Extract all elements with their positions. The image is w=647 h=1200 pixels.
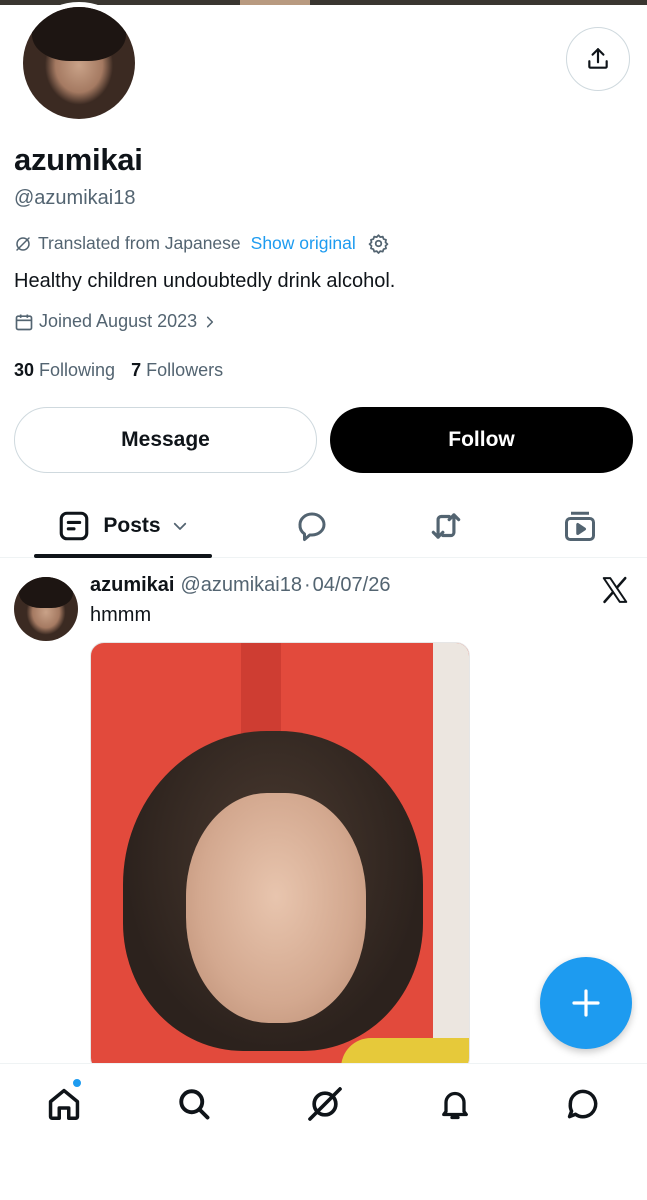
tab-reposts[interactable]	[416, 495, 476, 557]
nav-home[interactable]	[42, 1082, 86, 1126]
followers-link[interactable]: 7 Followers	[131, 360, 223, 381]
search-icon	[179, 1089, 210, 1120]
notifications-icon	[442, 1091, 468, 1120]
chevron-right-icon	[207, 316, 214, 327]
joined-date-row[interactable]: Joined August 2023	[14, 311, 217, 332]
nav-messages[interactable]	[561, 1082, 605, 1126]
post-image[interactable]	[90, 642, 470, 1064]
following-label: Following	[39, 360, 116, 380]
joined-label: Joined August 2023	[39, 311, 198, 331]
bottom-navigation	[0, 1063, 647, 1200]
post-header: azumikai @azumikai18 · 04/07/26	[90, 574, 390, 597]
translated-label: Translated from Japanese	[38, 233, 241, 253]
message-button[interactable]: Message	[14, 407, 317, 473]
tab-media[interactable]	[550, 495, 610, 557]
nav-notifications[interactable]	[433, 1082, 477, 1126]
x-logo-icon[interactable]	[600, 575, 630, 605]
active-tab-indicator	[34, 554, 212, 558]
post-text: hmmm	[90, 604, 152, 626]
media-icon	[565, 511, 595, 541]
share-button[interactable]	[566, 27, 630, 91]
tab-replies[interactable]	[282, 495, 342, 557]
following-link[interactable]: 30 Following	[14, 360, 115, 381]
nav-grok[interactable]	[303, 1082, 347, 1126]
compose-post-button[interactable]	[540, 957, 632, 1049]
share-icon	[588, 48, 608, 69]
tab-posts-label: Posts	[103, 514, 161, 537]
messages-icon	[567, 1089, 598, 1119]
user-handle: @azumikai18	[14, 187, 136, 209]
post-author-name[interactable]: azumikai	[90, 574, 174, 596]
translate-icon	[16, 236, 30, 251]
follow-stats: 30 Following 7 Followers	[14, 360, 239, 381]
posts-icon	[60, 511, 89, 541]
post-date[interactable]: 04/07/26	[313, 574, 391, 596]
plus-icon	[572, 989, 600, 1017]
following-count: 30	[14, 360, 35, 380]
translation-row: Translated from Japanese Show original	[14, 233, 389, 254]
nav-search[interactable]	[172, 1082, 216, 1126]
post-author-avatar[interactable]	[14, 577, 78, 641]
replies-icon	[298, 512, 326, 541]
home-icon	[48, 1088, 80, 1120]
calendar-icon	[15, 314, 33, 330]
post-separator: ·	[303, 574, 311, 596]
profile-avatar[interactable]	[18, 2, 140, 124]
tab-posts[interactable]: Posts	[34, 495, 212, 557]
profile-tabs: Posts	[0, 495, 647, 558]
reposts-icon	[431, 513, 461, 539]
gear-icon[interactable]	[368, 233, 389, 254]
followers-count: 7	[131, 360, 142, 380]
profile-bio: Healthy children undoubtedly drink alcoh…	[14, 270, 396, 292]
home-notification-dot	[72, 1078, 82, 1088]
grok-icon	[308, 1087, 342, 1121]
chevron-down-icon	[173, 522, 186, 530]
follow-button[interactable]: Follow	[330, 407, 633, 473]
followers-label: Followers	[146, 360, 224, 380]
show-original-link[interactable]: Show original	[251, 233, 356, 254]
post-author-handle[interactable]: @azumikai18	[180, 574, 301, 596]
display-name: azumikai	[14, 142, 143, 177]
